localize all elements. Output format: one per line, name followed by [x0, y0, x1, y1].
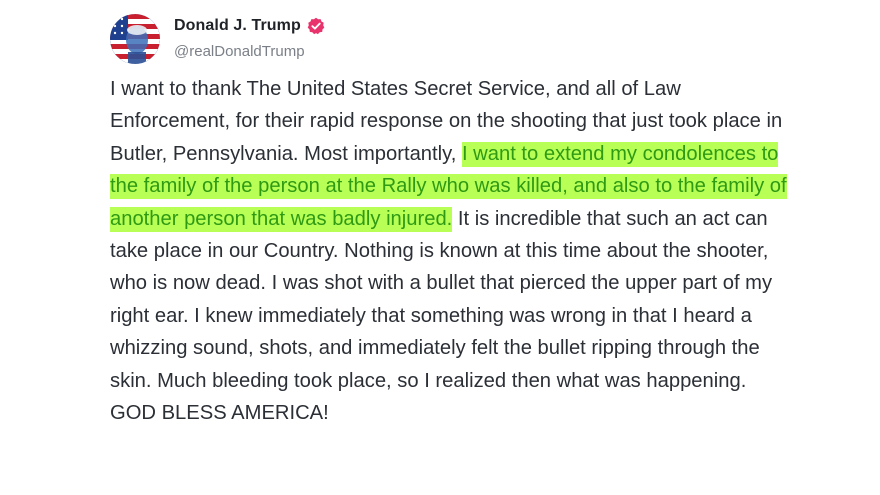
post-card: Donald J. Trump @realDonaldTrump I want …	[0, 0, 880, 495]
author-handle[interactable]: @realDonaldTrump	[174, 43, 305, 60]
avatar[interactable]	[110, 14, 160, 64]
verified-badge-icon	[307, 17, 325, 35]
author-name-row: Donald J. Trump	[174, 17, 325, 35]
avatar-image	[110, 14, 160, 64]
post-text-after-highlight: It is incredible that such an act can ta…	[110, 207, 773, 425]
post-body: I want to thank The United States Secret…	[110, 73, 790, 429]
author-display-name[interactable]: Donald J. Trump	[174, 17, 301, 35]
